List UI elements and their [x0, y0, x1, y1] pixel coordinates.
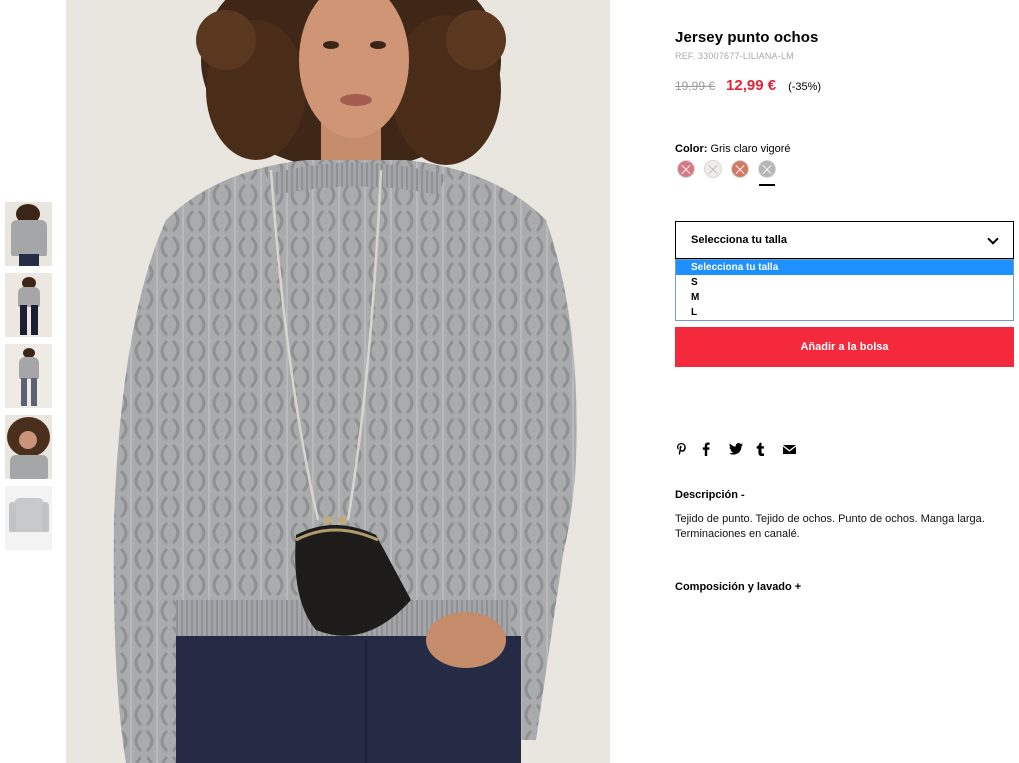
add-to-bag-button[interactable]: Añadir a la bolsa: [675, 327, 1014, 367]
size-option-l[interactable]: L: [676, 305, 1013, 320]
composition-toggle[interactable]: Composición y lavado +: [675, 581, 801, 593]
original-price: 19,99 €: [675, 79, 716, 93]
size-option-m[interactable]: M: [676, 290, 1013, 305]
email-icon[interactable]: [783, 441, 810, 457]
swatch-teja[interactable]: [731, 160, 749, 178]
color-swatches: [677, 160, 785, 178]
swatch-crudo[interactable]: [704, 160, 722, 178]
swatch-rosa[interactable]: [677, 160, 695, 178]
selected-swatch-indicator: [759, 184, 775, 186]
description-toggle[interactable]: Descripción -: [675, 489, 745, 501]
thumbnail-strip: [5, 202, 53, 557]
size-select[interactable]: Selecciona tu talla: [675, 221, 1014, 259]
size-select-value: Selecciona tu talla: [691, 234, 787, 246]
thumbnail-5[interactable]: [5, 486, 52, 550]
facebook-icon[interactable]: [702, 441, 729, 457]
price-block: 19,99 € 12,99 € (-35%): [675, 77, 821, 94]
color-value: Gris claro vigoré: [710, 143, 791, 155]
sale-price: 12,99 €: [726, 77, 777, 94]
thumbnail-1[interactable]: [5, 202, 52, 266]
thumbnail-2[interactable]: [5, 273, 52, 337]
description-text: Tejido de punto. Tejido de ochos. Punto …: [675, 513, 985, 540]
size-options-list: Selecciona tu talla S M L: [675, 259, 1014, 321]
color-label-row: Color: Gris claro vigoré: [675, 143, 791, 155]
thumbnail-3[interactable]: [5, 344, 52, 408]
chevron-down-icon: [987, 233, 999, 245]
twitter-icon[interactable]: [729, 441, 756, 457]
main-product-image[interactable]: [66, 0, 610, 763]
discount-percentage: (-35%): [788, 81, 822, 93]
product-title: Jersey punto ochos: [675, 29, 819, 46]
size-option-s[interactable]: S: [676, 275, 1013, 290]
tumblr-icon[interactable]: [756, 441, 783, 457]
product-reference: REF. 33007677-LILIANA-LM: [675, 51, 794, 61]
share-icons: [675, 441, 810, 457]
size-option-placeholder[interactable]: Selecciona tu talla: [676, 260, 1013, 275]
thumbnail-4[interactable]: [5, 415, 52, 479]
pinterest-icon[interactable]: [675, 441, 702, 457]
swatch-gris-claro-vigore[interactable]: [758, 160, 776, 178]
color-label: Color:: [675, 143, 708, 155]
